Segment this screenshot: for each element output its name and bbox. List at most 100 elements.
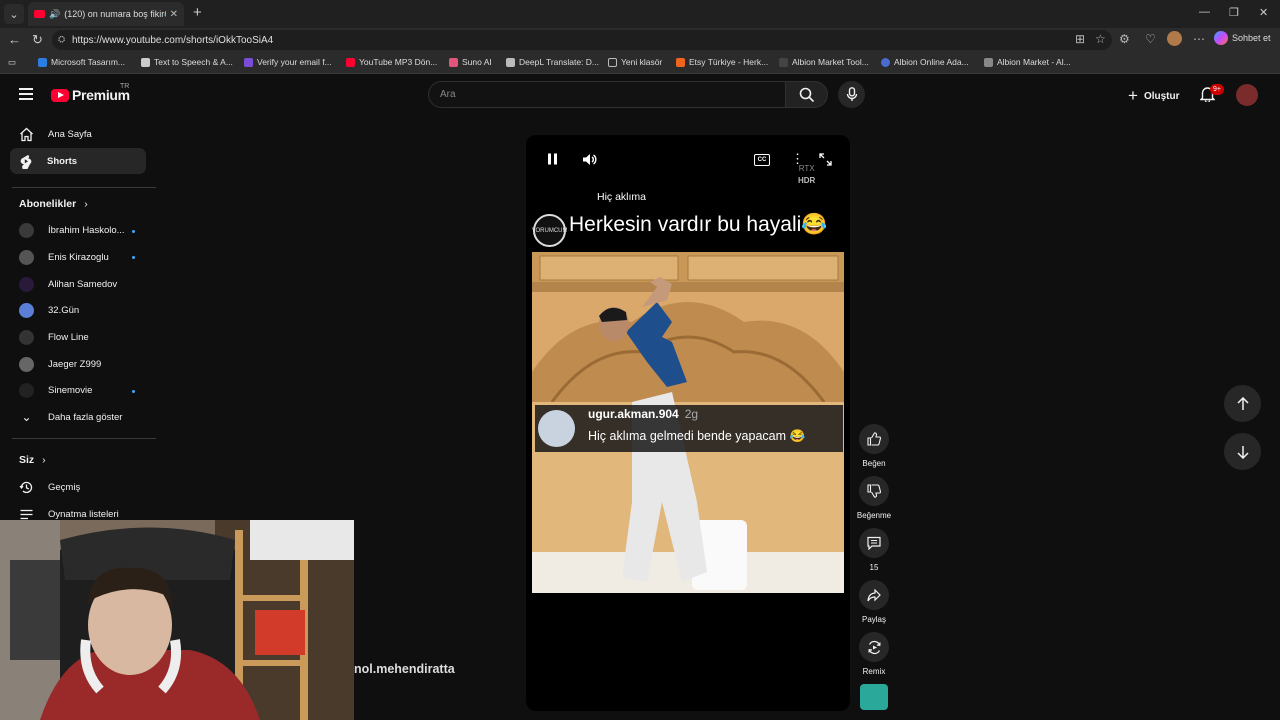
youtube-header: Premium TR Ara + Oluştur 9+ [0,74,1280,116]
comments-action[interactable]: 15 [858,528,890,572]
sidebar-item-shorts[interactable]: Shorts [10,148,146,174]
show-more-label: Daha fazla göster [48,411,123,423]
maximize-button[interactable]: ❐ [1229,6,1239,19]
browser-essentials-icon[interactable]: ♡ [1145,32,1156,46]
minimize-button[interactable]: — [1199,6,1210,18]
search-input[interactable]: Ara [428,81,786,108]
remix-button[interactable] [859,632,889,662]
dislike-button[interactable] [859,476,889,506]
fullscreen-button[interactable] [819,153,832,171]
sidebar-item-subscription[interactable]: İbrahim Haskolo... [10,217,146,243]
voice-search-button[interactable] [838,81,865,108]
bookmark-item[interactable]: Etsy Türkiye - Herk... [676,57,768,67]
bookmark-item[interactable]: Verify your email f... [244,57,332,67]
remix-action[interactable]: Remix [858,632,890,676]
sidebar-item-subscription[interactable]: Alihan Samedov [10,271,146,297]
volume-button[interactable] [582,153,597,171]
tab-title: (120) on numara boş fikir😂 [64,8,166,19]
volume-icon [583,154,597,165]
sidebar-item-history[interactable]: Geçmiş [10,474,146,500]
bookmark-favicon-icon [38,57,47,67]
like-action[interactable]: Beğen [858,424,890,468]
shorts-player[interactable]: CC ⋮ RTX HDR Hiç aklıma YORUMCUM Herkesi… [526,135,850,711]
share-button[interactable] [859,580,889,610]
extensions-icon[interactable]: ⚙ [1119,32,1130,46]
sidebar-item-subscription[interactable]: Enis Kirazoglu [10,244,146,270]
previous-short-button[interactable] [1224,385,1261,422]
channel-avatar [19,382,34,398]
comment-text: Hiç aklıma gelmedi bende yapacam 😂 [588,429,806,443]
sidebar-item-subscription[interactable]: 32.Gün [10,297,146,323]
bookmark-item[interactable]: DeepL Translate: D... [506,57,599,67]
channel-avatar [19,249,34,265]
tab-actions-menu-button[interactable]: ⌄ [4,4,24,24]
audio-playing-icon[interactable]: 🔊 [49,9,60,20]
dislike-action[interactable]: Beğenme [856,476,892,520]
subscriptions-header[interactable]: Abonelikler › [19,198,88,210]
like-button[interactable] [859,424,889,454]
sidebar-item-subscription[interactable]: Flow Line [10,324,146,350]
new-tab-button[interactable]: + [193,4,202,21]
site-info-icon[interactable]: ⛭ [58,34,65,45]
share-action[interactable]: Paylaş [858,580,890,624]
video-caption-title: Herkesin vardır bu hayali😂 [569,213,828,236]
account-avatar[interactable] [1236,84,1258,106]
captions-icon[interactable]: CC [754,154,770,166]
more-menu-icon[interactable]: ⋯ [1193,32,1205,46]
url-field[interactable]: ⛭ https://www.youtube.com/shorts/iOkkToo… [52,30,1112,50]
comments-button[interactable] [859,528,889,558]
sidebar-item-subscription[interactable]: Jaeger Z999 [10,351,146,377]
refresh-icon[interactable]: ↻ [32,32,43,48]
channel-avatar [19,276,34,292]
featured-comment: ugur.akman.904 2g Hiç aklıma gelmedi bend… [535,405,843,452]
folder-icon [608,57,617,67]
new-content-dot [132,390,135,393]
bookmarks-menu-icon[interactable]: ▭ [8,57,16,68]
bookmark-item[interactable]: Text to Speech & A... [141,57,233,67]
channel-avatar [19,329,34,345]
next-short-button[interactable] [1224,433,1261,470]
bookmark-item[interactable]: Albion Market Tool... [779,57,869,67]
favorite-star-icon[interactable]: ☆ [1095,32,1106,46]
pause-icon [548,153,557,165]
copilot-label: Sohbet et [1232,33,1271,43]
sound-thumbnail[interactable] [860,684,888,710]
back-arrow-icon[interactable]: ← [8,32,21,47]
hamburger-menu-icon[interactable] [19,88,33,100]
channel-name: Alihan Samedov [48,278,118,290]
arrow-up-icon [1236,396,1249,410]
copilot-button[interactable]: Sohbet et [1214,31,1271,45]
dislike-label: Beğenme [856,511,892,520]
sidebar-item-subscription[interactable]: Sinemovie [10,377,146,403]
tab-close-icon[interactable]: ✕ [170,9,178,20]
browser-tab-active[interactable]: 🔊 (120) on numara boş fikir😂 ✕ [28,2,184,26]
search-button[interactable] [786,81,828,108]
sidebar-item-home[interactable]: Ana Sayfa [10,121,146,147]
bookmark-favicon-icon [676,57,685,67]
bookmark-item[interactable]: Albion Online Ada... [881,57,969,67]
pause-button[interactable] [547,152,558,170]
youtube-premium-logo[interactable]: Premium [51,87,130,103]
video-caption-top: Hiç aklıma [597,191,647,203]
arrow-down-icon [1236,445,1249,459]
youtube-favicon-icon [34,10,45,18]
bookmark-item[interactable]: Suno AI [449,57,492,67]
create-button[interactable]: + Oluştur [1128,86,1180,106]
show-more-button[interactable]: ⌄ Daha fazla göster [10,404,146,430]
thumbs-up-icon [867,432,881,446]
you-section-header[interactable]: Siz › [19,454,46,466]
bookmark-item[interactable]: Albion Market - Al... [984,57,1071,67]
history-icon [19,481,33,493]
like-label: Beğen [862,459,886,468]
microphone-icon [846,87,857,101]
bookmark-folder[interactable]: Yeni klasör [608,57,662,67]
bookmarks-bar: ▭ Microsoft Tasarım... Text to Speech & … [0,52,1280,74]
close-window-button[interactable]: ✕ [1259,6,1268,19]
app-available-icon[interactable]: ⊞ [1075,32,1085,46]
profile-avatar[interactable] [1167,31,1182,46]
bookmark-item[interactable]: YouTube MP3 Dön... [346,57,437,67]
sidebar-divider [12,187,156,188]
chevron-down-icon: ⌄ [21,410,32,424]
bookmark-favicon-icon [984,57,993,67]
bookmark-item[interactable]: Microsoft Tasarım... [38,57,125,67]
